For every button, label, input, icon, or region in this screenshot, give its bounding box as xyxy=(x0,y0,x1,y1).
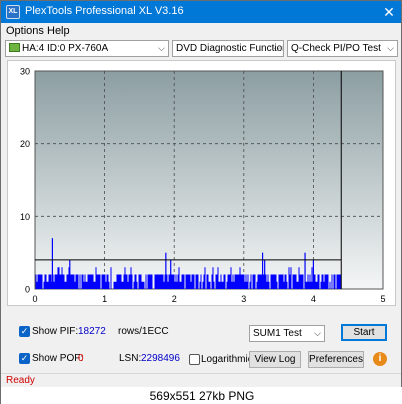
lsn-label: LSN: xyxy=(119,353,142,364)
chart-panel: 0 10 20 30 0 1 2 3 4 5 xyxy=(7,60,396,306)
y-tick-label: 0 xyxy=(25,285,30,295)
show-pif-label: Show PIF: xyxy=(32,326,79,337)
window-title: PlexTools Professional XL V3.16 xyxy=(25,5,184,17)
info-icon[interactable]: i xyxy=(373,352,387,366)
status-bar: Ready xyxy=(1,373,401,387)
sum-test-value: SUM1 Test xyxy=(253,328,302,339)
y-tick-label: 10 xyxy=(20,212,30,222)
start-button[interactable]: Start xyxy=(341,324,387,341)
x-tick-label: 5 xyxy=(380,294,385,304)
pif-unit: rows/1ECC xyxy=(118,326,169,337)
y-tick-label: 20 xyxy=(20,139,30,149)
chevron-down-icon: ⌵ xyxy=(158,43,165,53)
logarithmic-label: Logarithmic xyxy=(201,354,253,365)
x-tick-label: 2 xyxy=(172,294,177,304)
pif-value: 18272 xyxy=(78,326,106,337)
logarithmic-checkbox[interactable] xyxy=(189,354,200,365)
function-select-value: DVD Diagnostic Functions xyxy=(176,43,284,54)
pof-value: 0 xyxy=(78,353,84,364)
title-bar: XL PlexTools Professional XL V3.16 ✕ xyxy=(1,1,401,23)
lsn-value: 2298496 xyxy=(141,353,180,364)
toolbar: HA:4 ID:0 PX-760A ⌵ DVD Diagnostic Funct… xyxy=(1,39,401,59)
close-icon[interactable]: ✕ xyxy=(381,4,397,20)
x-tick-label: 4 xyxy=(311,294,316,304)
preferences-button[interactable]: Preferences xyxy=(308,351,364,368)
image-caption: 569x551 27kb PNG xyxy=(1,387,402,404)
show-pif-checkbox[interactable]: ✓ xyxy=(19,326,30,337)
chevron-down-icon: ⌵ xyxy=(273,43,280,53)
app-window: XL PlexTools Professional XL V3.16 ✕ Opt… xyxy=(0,0,402,404)
menu-options[interactable]: Options xyxy=(6,25,44,37)
drive-select[interactable]: HA:4 ID:0 PX-760A ⌵ xyxy=(5,40,169,57)
test-select-value: Q-Check PI/PO Test xyxy=(291,43,381,54)
menu-help[interactable]: Help xyxy=(47,25,70,37)
chevron-down-icon: ⌵ xyxy=(314,328,321,338)
y-tick-label: 30 xyxy=(20,67,30,77)
pi-po-chart: 0 10 20 30 0 1 2 3 4 5 xyxy=(20,67,386,305)
show-pof-label: Show POF: xyxy=(32,353,84,364)
app-icon: XL xyxy=(6,5,20,19)
status-text: Ready xyxy=(6,375,35,386)
x-tick-label: 3 xyxy=(241,294,246,304)
x-tick-label: 1 xyxy=(102,294,107,304)
view-log-button[interactable]: View Log xyxy=(249,351,301,368)
drive-select-value: HA:4 ID:0 PX-760A xyxy=(22,43,109,54)
test-select[interactable]: Q-Check PI/PO Test ⌵ xyxy=(287,40,398,57)
controls-panel: ✓ Show PIF: 18272 rows/1ECC SUM1 Test ⌵ … xyxy=(1,319,401,373)
menu-bar: Options Help xyxy=(1,23,401,39)
plot-background xyxy=(34,70,384,290)
function-select[interactable]: DVD Diagnostic Functions ⌵ xyxy=(172,40,284,57)
x-tick-label: 0 xyxy=(32,294,37,304)
chevron-down-icon: ⌵ xyxy=(387,43,394,53)
drive-icon xyxy=(9,43,20,52)
sum-test-select[interactable]: SUM1 Test ⌵ xyxy=(249,325,325,342)
show-pof-checkbox[interactable]: ✓ xyxy=(19,353,30,364)
